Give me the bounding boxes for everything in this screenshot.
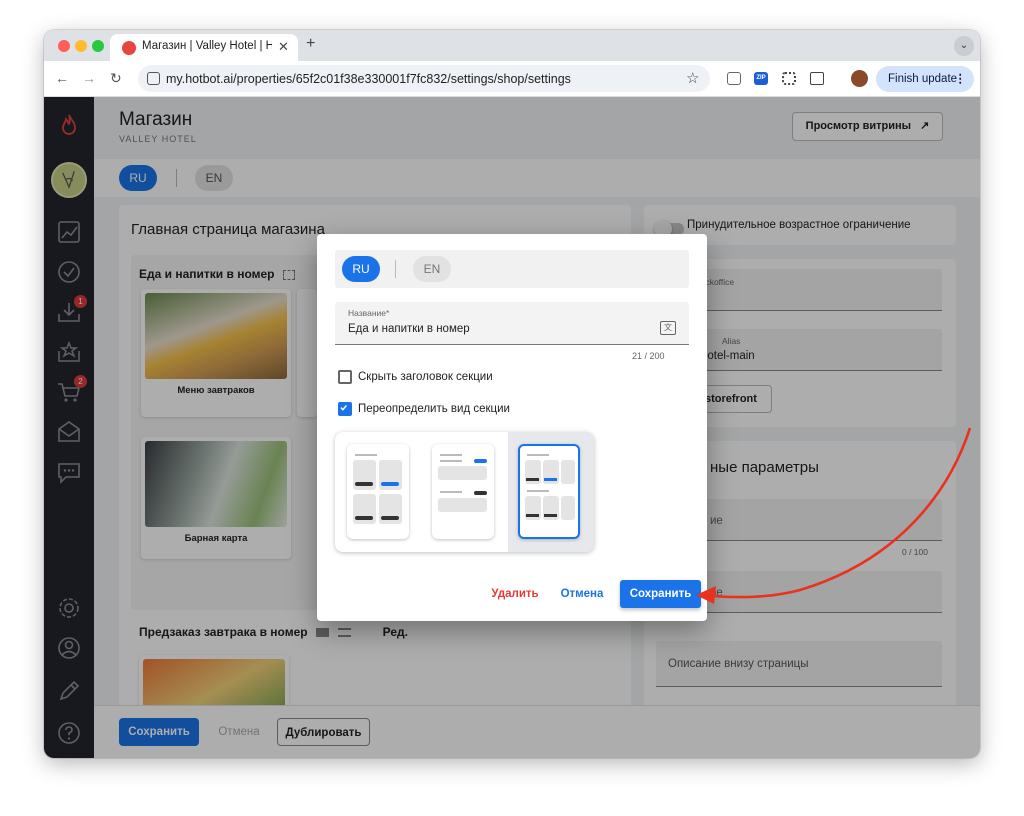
layout-option-grid-3-selected[interactable]: [518, 444, 580, 539]
layout-option-list[interactable]: [432, 444, 494, 539]
dialog-cancel-button[interactable]: Отмена: [551, 580, 613, 608]
section-name-field[interactable]: Название* Еда и напитки в номер 文: [335, 302, 689, 345]
zip-extension-icon[interactable]: ZIP: [754, 72, 768, 85]
dialog-lang-divider: [395, 260, 396, 278]
override-view-checkbox[interactable]: [338, 402, 352, 416]
site-settings-icon[interactable]: [147, 72, 160, 85]
finish-update-label: Finish update: [888, 73, 958, 85]
close-window-button[interactable]: [58, 40, 70, 52]
finish-update-button[interactable]: Finish update ⋮: [876, 66, 974, 92]
puzzle-extensions-icon[interactable]: [810, 72, 824, 85]
forward-arrow-icon[interactable]: →: [82, 70, 96, 86]
dialog-lang-ru-tab[interactable]: RU: [342, 256, 380, 282]
dialog-save-button[interactable]: Сохранить: [620, 580, 701, 608]
section-name-label: Название*: [348, 308, 390, 318]
override-view-label: Переопределить вид секции: [358, 403, 510, 415]
dialog-delete-button[interactable]: Удалить: [483, 580, 547, 608]
tab-title: Магазин | Valley Hotel | Hotbot: [142, 40, 272, 52]
tab-strip: Магазин | Valley Hotel | Hotbot ✕ + ⌄: [44, 30, 980, 61]
favicon-icon: [122, 41, 136, 55]
maximize-window-button[interactable]: [92, 40, 104, 52]
new-tab-icon[interactable]: +: [306, 35, 315, 53]
translate-icon[interactable]: 文: [660, 321, 676, 335]
bookmark-star-icon[interactable]: ☆: [686, 69, 699, 87]
more-menu-icon: ⋮: [954, 73, 967, 85]
back-arrow-icon[interactable]: ←: [55, 70, 69, 86]
browser-toolbar: ← → ↻ my.hotbot.ai/properties/65f2c01f38…: [44, 61, 980, 97]
dialog-lang-en-tab[interactable]: EN: [413, 256, 451, 282]
layout-picker: [335, 432, 594, 552]
name-char-counter: 21 / 200: [632, 351, 665, 361]
profile-avatar[interactable]: [851, 70, 868, 87]
section-settings-dialog: RU EN Название* Еда и напитки в номер 文 …: [317, 234, 707, 621]
url-text: my.hotbot.ai/properties/65f2c01f38e33000…: [166, 72, 571, 86]
qr-extension-icon[interactable]: [782, 72, 796, 85]
app-content: 1 2 Магазин VALLEY HOTEL Просмотр витрин…: [44, 97, 980, 758]
browser-tab[interactable]: Магазин | Valley Hotel | Hotbot ✕: [110, 34, 298, 61]
reload-icon[interactable]: ↻: [110, 70, 122, 87]
tab-search-chevron-icon[interactable]: ⌄: [954, 36, 974, 56]
section-name-value: Еда и напитки в номер: [348, 323, 470, 335]
address-bar[interactable]: my.hotbot.ai/properties/65f2c01f38e33000…: [138, 65, 710, 92]
tab-close-icon[interactable]: ✕: [278, 39, 289, 55]
layout-option-grid-2[interactable]: [347, 444, 409, 539]
dialog-language-bar: RU EN: [335, 250, 689, 288]
hide-header-checkbox[interactable]: [338, 370, 352, 384]
browser-window: Магазин | Valley Hotel | Hotbot ✕ + ⌄ ← …: [44, 30, 980, 758]
camera-extension-icon[interactable]: [727, 72, 741, 85]
minimize-window-button[interactable]: [75, 40, 87, 52]
hide-header-label: Скрыть заголовок секции: [358, 371, 493, 383]
